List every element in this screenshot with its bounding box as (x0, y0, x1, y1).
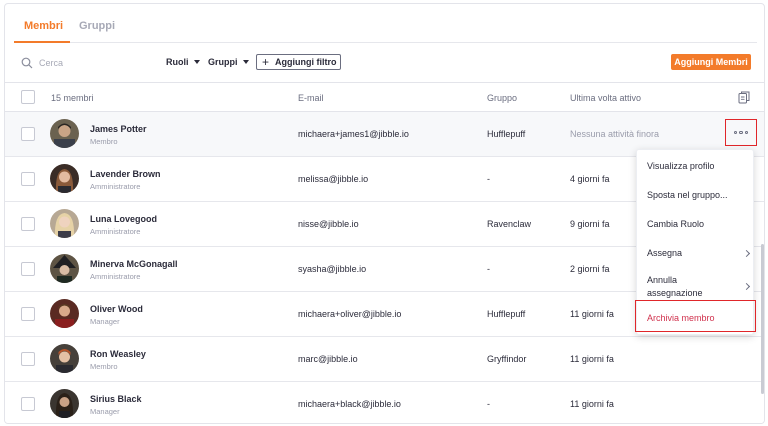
plus-icon: + (262, 54, 270, 69)
search-icon (21, 57, 33, 69)
tab-members[interactable]: Membri (24, 20, 63, 32)
table-row[interactable]: Sirius Black Manager michaera+black@jibb… (5, 382, 764, 423)
more-dot-icon (744, 130, 749, 135)
add-filter-button[interactable]: + Aggiungi filtro (256, 54, 341, 70)
menu-item-move-to-group[interactable]: Sposta nel gruppo... (637, 190, 755, 200)
member-role: Manager (90, 407, 120, 416)
member-role: Amministratore (90, 227, 141, 236)
member-name[interactable]: Minerva McGonagall (90, 259, 178, 269)
member-group: - (487, 264, 490, 274)
row-checkbox[interactable] (21, 262, 35, 276)
member-group: Ravenclaw (487, 219, 532, 229)
member-role: Manager (90, 317, 120, 326)
member-email: marc@jibble.io (298, 354, 358, 364)
avatar (50, 254, 79, 283)
member-email: michaera+james1@jibble.io (298, 129, 409, 139)
search-input[interactable] (39, 55, 139, 71)
table-header: 15 membri E-mail Gruppo Ultima volta att… (5, 82, 764, 112)
row-actions-menu: Visualizza profilo Sposta nel gruppo... … (635, 149, 756, 335)
row-actions-button[interactable] (725, 119, 757, 146)
menu-item-unassign-label-line1: Annulla (647, 275, 678, 285)
more-dot-icon (739, 130, 743, 135)
member-name[interactable]: Oliver Wood (90, 304, 143, 314)
member-name[interactable]: Sirius Black (90, 394, 142, 404)
chevron-right-icon (742, 249, 751, 258)
tab-bar: Membri Gruppi (14, 4, 757, 43)
columns-settings-icon[interactable] (738, 91, 750, 104)
groups-filter-label: Gruppi (208, 57, 238, 67)
tab-groups[interactable]: Gruppi (79, 20, 115, 32)
menu-item-archive-member[interactable]: Archivia membro (637, 313, 755, 323)
more-dot-icon (733, 130, 738, 135)
member-last-active: 2 giorni fa (570, 264, 610, 274)
member-name[interactable]: Lavender Brown (90, 169, 161, 179)
table-row[interactable]: Ron Weasley Membro marc@jibble.io Gryffi… (5, 337, 764, 382)
member-group: - (487, 174, 490, 184)
menu-item-unassign[interactable]: Annulla assegnazione (637, 274, 755, 300)
add-filter-label: Aggiungi filtro (275, 57, 337, 67)
active-tab-indicator (14, 41, 70, 43)
roles-filter-dropdown[interactable]: Ruoli (166, 57, 200, 67)
select-all-checkbox[interactable] (21, 90, 35, 104)
row-checkbox[interactable] (21, 172, 35, 186)
row-checkbox[interactable] (21, 127, 35, 141)
row-checkbox[interactable] (21, 307, 35, 321)
member-role: Membro (90, 362, 118, 371)
row-checkbox[interactable] (21, 217, 35, 231)
chevron-down-icon (242, 60, 249, 64)
member-role: Amministratore (90, 182, 141, 191)
member-role: Membro (90, 137, 118, 146)
member-name[interactable]: Luna Lovegood (90, 214, 157, 224)
member-group: Hufflepuff (487, 129, 526, 139)
menu-item-assign[interactable]: Assegna (637, 248, 755, 258)
avatar (50, 209, 79, 238)
member-last-active: 11 giorni fa (570, 309, 614, 319)
member-email: nisse@jibble.io (298, 219, 359, 229)
menu-item-unassign-label-line2: assegnazione (647, 288, 703, 298)
member-last-active: 4 giorni fa (570, 174, 610, 184)
menu-item-assign-label: Assegna (647, 248, 683, 258)
menu-item-view-profile[interactable]: Visualizza profilo (637, 161, 755, 171)
email-column-header[interactable]: E-mail (298, 93, 324, 103)
row-checkbox[interactable] (21, 352, 35, 366)
avatar (50, 119, 79, 148)
scrollbar[interactable] (761, 244, 764, 394)
member-role: Amministratore (90, 272, 141, 281)
member-last-active: 11 giorni fa (570, 354, 614, 364)
member-group: - (487, 399, 490, 409)
member-last-active: 11 giorni fa (570, 399, 614, 409)
member-email: syasha@jibble.io (298, 264, 367, 274)
member-name[interactable]: James Potter (90, 124, 147, 134)
member-group: Gryffindor (487, 354, 527, 364)
chevron-down-icon (193, 60, 200, 64)
member-group: Hufflepuff (487, 309, 526, 319)
member-email: michaera+oliver@jibble.io (298, 309, 402, 319)
groups-filter-dropdown[interactable]: Gruppi (208, 57, 249, 67)
member-email: michaera+black@jibble.io (298, 399, 401, 409)
member-name[interactable]: Ron Weasley (90, 349, 146, 359)
avatar (50, 164, 79, 193)
group-column-header[interactable]: Gruppo (487, 93, 517, 103)
member-last-active: Nessuna attività finora (570, 129, 660, 139)
avatar (50, 389, 79, 418)
avatar (50, 344, 79, 373)
avatar (50, 299, 79, 328)
last-active-column-header[interactable]: Ultima volta attivo (570, 93, 641, 103)
row-checkbox[interactable] (21, 397, 35, 411)
roles-filter-label: Ruoli (166, 57, 189, 67)
menu-item-change-role[interactable]: Cambia Ruolo (637, 219, 755, 229)
member-count-header: 15 membri (51, 93, 94, 103)
member-last-active: 9 giorni fa (570, 219, 610, 229)
member-email: melissa@jibble.io (298, 174, 369, 184)
members-panel: Membri Gruppi Ruoli Gruppi + Aggiungi fi… (4, 3, 765, 424)
add-members-button[interactable]: Aggiungi Membri (671, 54, 751, 70)
